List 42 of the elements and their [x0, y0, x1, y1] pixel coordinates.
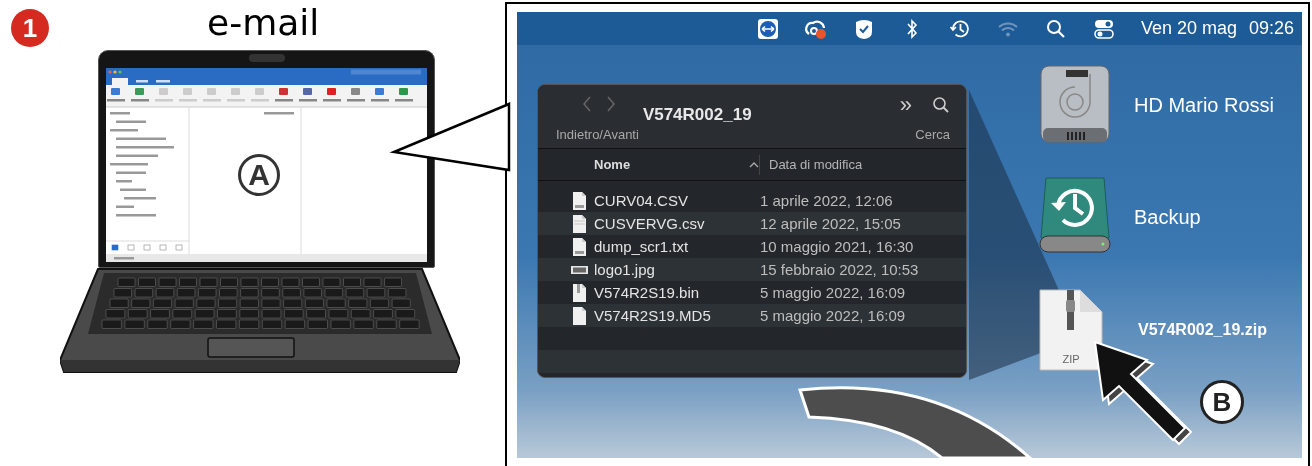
history-clock-icon[interactable]: [948, 17, 971, 40]
menu-bar-date: Ven 20 mag: [1140, 18, 1237, 39]
hard-drive-icon[interactable]: [1038, 64, 1112, 146]
search-icon[interactable]: [1044, 17, 1067, 40]
file-name[interactable]: V574R2S19.MD5: [594, 307, 760, 324]
modified-date: 5 maggio 2022, 16:09: [760, 307, 906, 324]
modified-date: 1 aprile 2022, 12:06: [760, 192, 893, 209]
document-icon: [571, 305, 588, 326]
zip-file-icon[interactable]: ZIP: [1038, 288, 1104, 372]
forward-icon[interactable]: [606, 95, 616, 113]
modified-date: 10 maggio 2021, 16:30: [760, 238, 914, 255]
callout-letter: B: [1200, 380, 1244, 424]
document-icon: [571, 190, 588, 211]
modified-date: 5 maggio 2022, 16:09: [760, 284, 906, 301]
search-icon[interactable]: [932, 96, 950, 114]
file-name[interactable]: CURV04.CSV: [594, 192, 760, 209]
window-title: V574R002_19: [642, 105, 753, 126]
modified-date: 12 aprile 2022, 15:05: [760, 215, 901, 232]
desktop-item-label[interactable]: Backup: [1134, 205, 1201, 229]
modified-date: 15 febbraio 2022, 10:53: [760, 261, 919, 278]
file-name[interactable]: logo1.jpg: [594, 261, 760, 278]
search-label: Cerca: [915, 127, 950, 142]
more-button[interactable]: »: [899, 95, 912, 115]
toggle-switches-icon[interactable]: [1092, 17, 1115, 40]
step-number-badge: 1: [11, 9, 49, 47]
spreadsheet-file-icon: [571, 213, 588, 234]
column-header[interactable]: Data di modifica: [769, 157, 863, 172]
document-icon: [571, 236, 588, 257]
file-name[interactable]: dump_scr1.txt: [594, 238, 760, 255]
file-name[interactable]: V574R2S19.bin: [594, 284, 760, 301]
mouse-cursor-icon: [1093, 340, 1193, 446]
desktop-item-label[interactable]: HD Mario Rossi: [1134, 93, 1275, 117]
back-icon[interactable]: [582, 95, 592, 113]
navigation-label: Indietro/Avanti: [556, 127, 639, 142]
remote-control-icon[interactable]: [756, 17, 779, 40]
menu-bar-time: 09:26: [1248, 18, 1294, 39]
webcam-icon: [249, 54, 285, 62]
sort-caret-icon: [749, 161, 759, 168]
step-title: e-mail: [207, 2, 320, 43]
file-name[interactable]: CUSVERVG.csv: [594, 215, 760, 232]
document-icon: [571, 282, 588, 303]
column-header[interactable]: Nome: [538, 157, 759, 172]
